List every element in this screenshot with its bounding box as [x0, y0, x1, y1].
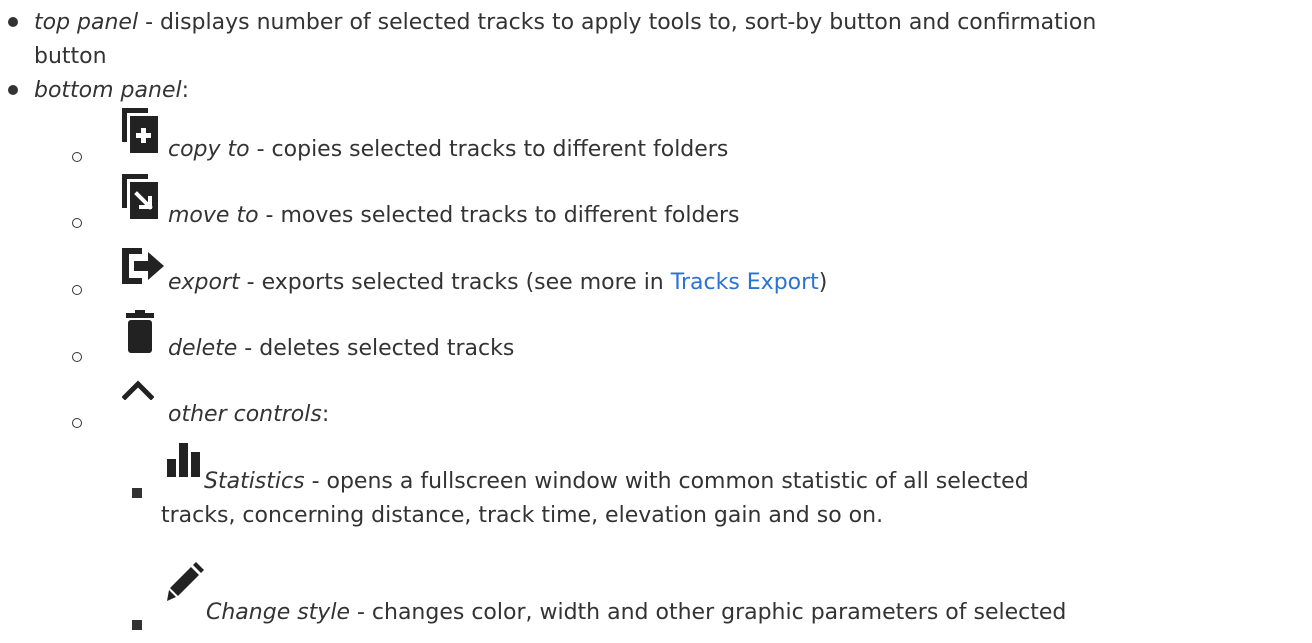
- move-to-folder-icon: [122, 174, 158, 220]
- bullet-square: [132, 488, 142, 498]
- chevron-up-icon: [122, 378, 154, 400]
- bottom-panel-line: bottom panel:: [34, 74, 189, 107]
- other-controls-colon: :: [321, 402, 330, 427]
- move-to-line: move to - moves selected tracks to diffe…: [168, 199, 740, 232]
- change-style-term: Change style: [206, 600, 350, 625]
- copy-to-desc: - copies selected tracks to different fo…: [249, 137, 729, 162]
- bullet-circle: [72, 285, 82, 295]
- bottom-panel-term: bottom panel: [34, 78, 182, 103]
- export-close-paren: ): [818, 270, 828, 295]
- move-to-term: move to: [168, 203, 259, 228]
- export-term: export: [168, 270, 240, 295]
- copy-to-term: copy to: [168, 137, 250, 162]
- delete-line: delete - deletes selected tracks: [168, 332, 514, 365]
- change-style-line: Change style - changes color, width and …: [206, 596, 1066, 629]
- export-desc: - exports selected tracks (see more in: [239, 270, 671, 295]
- top-panel-term: top panel: [34, 10, 139, 35]
- statistics-line-1: Statistics - opens a fullscreen window w…: [204, 465, 1029, 498]
- bullet-disc: [8, 17, 18, 27]
- top-panel-desc: - displays number of selected tracks to …: [138, 10, 1097, 35]
- statistics-line-2: tracks, concerning distance, track time,…: [161, 503, 884, 528]
- bullet-circle: [72, 152, 82, 162]
- bullet-disc: [8, 85, 18, 95]
- top-panel-line-2: button: [34, 44, 107, 69]
- delete-term: delete: [168, 336, 238, 361]
- export-line: export - exports selected tracks (see mo…: [168, 266, 827, 299]
- bottom-panel-colon: :: [181, 78, 190, 103]
- change-style-desc: - changes color, width and other graphic…: [349, 600, 1067, 625]
- bar-chart-icon: [166, 443, 202, 477]
- pencil-icon: [166, 560, 206, 604]
- bullet-circle: [72, 418, 82, 428]
- delete-desc: - deletes selected tracks: [237, 336, 515, 361]
- top-panel-line-1: top panel - displays number of selected …: [34, 6, 1096, 39]
- bullet-circle: [72, 218, 82, 228]
- tracks-export-link[interactable]: Tracks Export: [671, 270, 819, 295]
- bullet-square: [132, 620, 142, 630]
- other-controls-term: other controls: [168, 402, 322, 427]
- copy-to-line: copy to - copies selected tracks to diff…: [168, 133, 728, 166]
- copy-add-icon: [122, 108, 158, 154]
- statistics-term: Statistics: [204, 469, 305, 494]
- other-controls-line: other controls:: [168, 398, 329, 431]
- trash-icon: [126, 310, 154, 354]
- move-to-desc: - moves selected tracks to different fol…: [258, 203, 740, 228]
- statistics-desc: - opens a fullscreen window with common …: [304, 469, 1029, 494]
- export-icon: [120, 244, 164, 288]
- bullet-circle: [72, 352, 82, 362]
